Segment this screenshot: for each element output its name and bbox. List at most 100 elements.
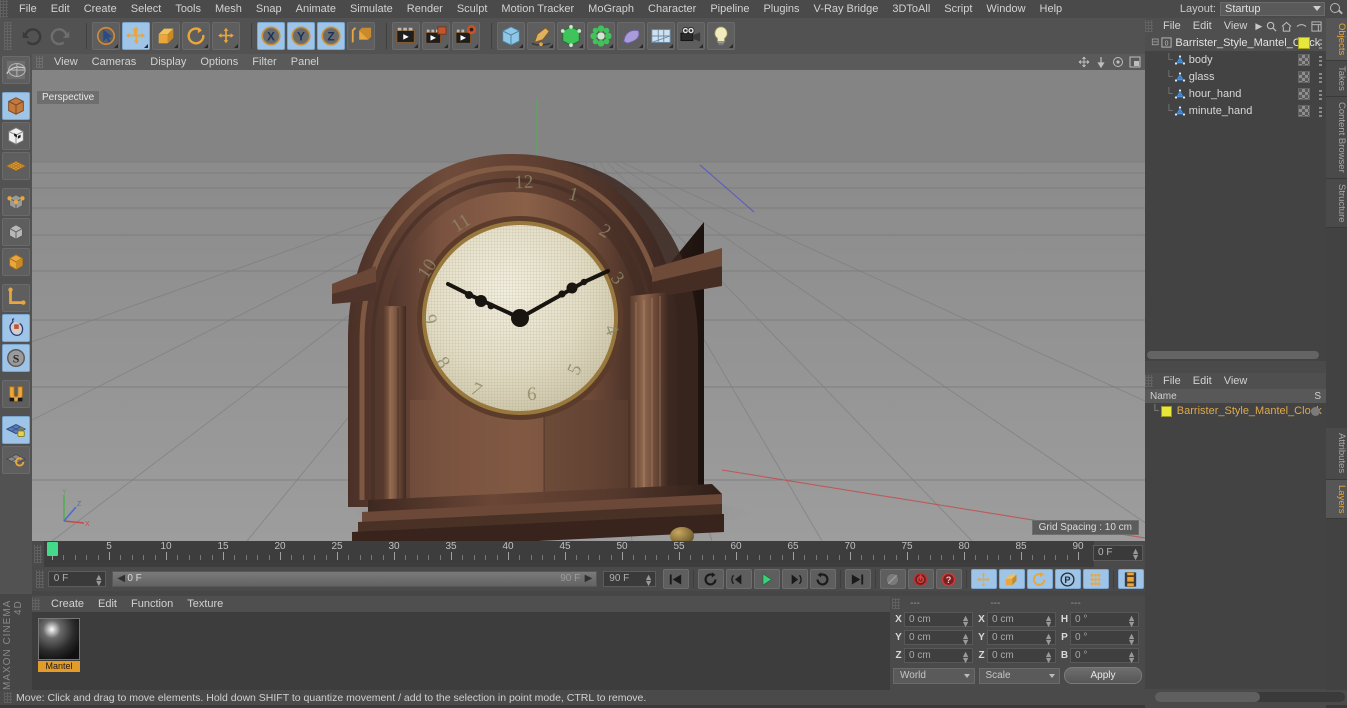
lefttool-viewport-solo-button[interactable]: [2, 314, 30, 342]
viewport-menu-panel[interactable]: Panel: [284, 54, 326, 70]
toolbar-world-coordinate-button[interactable]: [347, 22, 375, 50]
lefttool-edges-mode-button[interactable]: [2, 218, 30, 246]
spinner-icon[interactable]: ▲ ▼: [1127, 632, 1136, 647]
toolbar-rotate-button[interactable]: [182, 22, 210, 50]
layer-menu-file[interactable]: File: [1157, 373, 1187, 389]
menu-character[interactable]: Character: [641, 0, 703, 18]
menu-motion-tracker[interactable]: Motion Tracker: [494, 0, 581, 18]
toolbar-move-alt-button[interactable]: [212, 22, 240, 50]
search-icon[interactable]: [1329, 2, 1343, 16]
lefttool-texture-axis-button[interactable]: [2, 56, 30, 84]
viewport-menu-options[interactable]: Options: [193, 54, 245, 70]
menu-sculpt[interactable]: Sculpt: [450, 0, 495, 18]
object-row-minute_hand[interactable]: └ minute_hand: [1145, 102, 1326, 119]
layer-manager-grip[interactable]: [1145, 375, 1153, 387]
spinner-icon[interactable]: ▲ ▼: [961, 614, 970, 629]
object-visibility-dots[interactable]: [1319, 88, 1322, 100]
spinner-icon[interactable]: ▲ ▼: [961, 650, 970, 665]
timeline-current-frame-field[interactable]: 0 F ▲ ▼: [1093, 545, 1143, 562]
menu-3dtoall[interactable]: 3DToAll: [885, 0, 937, 18]
toolbar-bend-deformer-button[interactable]: [617, 22, 645, 50]
menu-render[interactable]: Render: [400, 0, 450, 18]
toolbar-pen-spline-button[interactable]: [527, 22, 555, 50]
flyout-corner-icon[interactable]: [234, 44, 238, 48]
spinner-icon[interactable]: ▲ ▼: [1044, 614, 1053, 629]
toolbar-z-axis-button[interactable]: Z: [317, 22, 345, 50]
lefttool-magnet-button[interactable]: [2, 380, 30, 408]
transport-key-rotation-button[interactable]: [1026, 569, 1053, 589]
search-icon[interactable]: [1266, 21, 1277, 32]
object-tag-check[interactable]: [1298, 105, 1310, 117]
coord-size-input[interactable]: 0 cm ▲ ▼: [987, 630, 1056, 647]
flyout-corner-icon[interactable]: [144, 44, 148, 48]
lefttool-texture-mode-button[interactable]: [2, 122, 30, 150]
layer-menu-view[interactable]: View: [1218, 373, 1254, 389]
flyout-corner-icon[interactable]: [474, 44, 478, 48]
object-manager-hscrollbar[interactable]: [1147, 351, 1319, 359]
layer-row[interactable]: └ Barrister_Style_Mantel_Clock: [1145, 403, 1326, 419]
expand-toggle-icon[interactable]: ⊟: [1151, 37, 1159, 48]
spinner-icon[interactable]: ▲ ▼: [1044, 632, 1053, 647]
menu-simulate[interactable]: Simulate: [343, 0, 400, 18]
viewport-grip[interactable]: [36, 56, 43, 68]
lefttool-axis-modify-button[interactable]: [2, 284, 30, 312]
viewport-view-label[interactable]: Perspective: [36, 90, 101, 105]
toolbar-render-region-button[interactable]: [422, 22, 450, 50]
timeline-grip[interactable]: [34, 545, 42, 563]
object-manager-grip[interactable]: [1145, 20, 1153, 32]
flyout-corner-icon[interactable]: [174, 44, 178, 48]
toolbar-select-cursor-button[interactable]: [92, 22, 120, 50]
transport-go-to-end-button[interactable]: [844, 569, 871, 589]
lefttool-points-mode-button[interactable]: [2, 188, 30, 216]
transport-previous-keyframe-button[interactable]: [697, 569, 724, 589]
object-tag-check[interactable]: [1298, 88, 1310, 100]
menu-mesh[interactable]: Mesh: [208, 0, 249, 18]
object-row-hour_hand[interactable]: └ hour_hand: [1145, 85, 1326, 102]
apply-button[interactable]: Apply: [1064, 667, 1142, 684]
menu-pipeline[interactable]: Pipeline: [703, 0, 756, 18]
toolbar-camera-button[interactable]: [677, 22, 705, 50]
transport-key-pla-button[interactable]: [1082, 569, 1109, 589]
material-menu-edit[interactable]: Edit: [91, 596, 124, 612]
toolbar-y-axis-button[interactable]: Y: [287, 22, 315, 50]
menu-snap[interactable]: Snap: [249, 0, 289, 18]
vtab-objects[interactable]: Objects: [1326, 18, 1347, 62]
flyout-corner-icon[interactable]: [204, 44, 208, 48]
toolbar-light-button[interactable]: [707, 22, 735, 50]
layer-solo-dot[interactable]: [1311, 407, 1320, 416]
coord-rot-input[interactable]: 0 ° ▲ ▼: [1070, 648, 1139, 665]
menu-mograph[interactable]: MoGraph: [581, 0, 641, 18]
toolbar-undo-button[interactable]: [17, 22, 45, 50]
layer-color-swatch[interactable]: [1160, 405, 1172, 417]
lefttool-planar-workplane-button[interactable]: [2, 446, 30, 474]
lefttool-enable-snap-button[interactable]: S: [2, 344, 30, 372]
menu-help[interactable]: Help: [1033, 0, 1070, 18]
flyout-corner-icon[interactable]: [444, 44, 448, 48]
flyout-corner-icon[interactable]: [114, 44, 118, 48]
frame-field[interactable]: 0 F ▲ ▼: [47, 571, 107, 588]
transport-step-forward-button[interactable]: [781, 569, 808, 589]
layer-list[interactable]: Name S └ Barrister_Style_Mantel_Clock: [1145, 389, 1326, 689]
viewport-menu-view[interactable]: View: [47, 54, 85, 70]
transport-play-button[interactable]: [753, 569, 780, 589]
spinner-icon[interactable]: ▲ ▼: [644, 573, 653, 588]
coords-grip[interactable]: [892, 597, 900, 609]
menu-plugins[interactable]: Plugins: [756, 0, 806, 18]
coord-pos-input[interactable]: 0 cm ▲ ▼: [904, 648, 973, 665]
object-manager-list[interactable]: ⊟ 0 Barrister_Style_Mantel_Clock └ body └ glas…: [1145, 34, 1326, 361]
menu-v-ray-bridge[interactable]: V-Ray Bridge: [807, 0, 886, 18]
lefttool-lock-workplane-button[interactable]: [2, 416, 30, 444]
menu-animate[interactable]: Animate: [289, 0, 343, 18]
toolbar-cube-button[interactable]: [497, 22, 525, 50]
vtab-takes[interactable]: Takes: [1326, 61, 1347, 98]
vtab-layers[interactable]: Layers: [1326, 479, 1347, 520]
vtab-structure[interactable]: Structure: [1326, 178, 1347, 229]
object-menu-edit[interactable]: Edit: [1187, 18, 1218, 34]
coord-size-input[interactable]: 0 cm ▲ ▼: [987, 612, 1056, 629]
spinner-icon[interactable]: ▲ ▼: [1044, 650, 1053, 665]
viewport-canvas[interactable]: 12 1 2 3 4 5 6 7 8 9 10 11 Perspective G…: [32, 70, 1145, 541]
toolbar-subdivision-surface-button[interactable]: [557, 22, 585, 50]
status-progress-scrollbar[interactable]: [1155, 692, 1345, 702]
menu-select[interactable]: Select: [124, 0, 169, 18]
flyout-corner-icon[interactable]: [414, 44, 418, 48]
